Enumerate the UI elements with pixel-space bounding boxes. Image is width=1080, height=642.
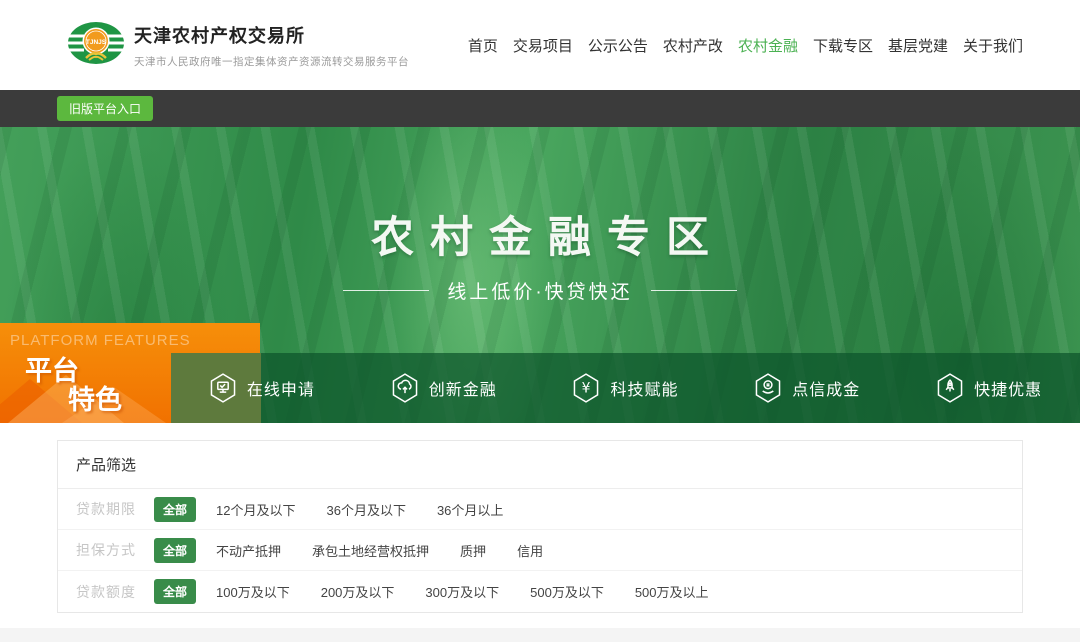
site-header: TJNJS 天津农村产权交易所 天津市人民政府唯一指定集体资产资源流转交易服务平… (0, 0, 1080, 90)
loan-amount-all-button[interactable]: 全部 (154, 579, 196, 604)
filter-row-loan-amount: 贷款额度 全部 100万及以下 200万及以下 300万及以下 500万及以下 … (58, 571, 1022, 612)
banner-title: 农村金融专区 (0, 203, 1080, 265)
loan-term-option[interactable]: 12个月及以下 (216, 500, 295, 519)
product-filter-panel: 产品筛选 贷款期限 全部 12个月及以下 36个月及以下 36个月以上 担保方式… (57, 440, 1023, 613)
banner-subtitle: 线上低价·快贷快还 (447, 277, 632, 304)
site-subtitle: 天津市人民政府唯一指定集体资产资源流转交易服务平台 (134, 54, 409, 69)
tab-online-apply[interactable]: 在线申请 (171, 353, 353, 423)
tjnjs-logo-icon: TJNJS (66, 18, 126, 72)
main-nav: 首页 交易项目 公示公告 农村产改 农村金融 下载专区 基层党建 关于我们 (468, 35, 1023, 56)
filter-row-loan-term: 贷款期限 全部 12个月及以下 36个月及以下 36个月以上 (58, 489, 1022, 530)
secondary-topbar: 旧版平台入口 (0, 90, 1080, 127)
hand-coin-hexagon-icon (754, 373, 782, 403)
loan-amount-option[interactable]: 100万及以下 (216, 582, 290, 601)
guarantee-option[interactable]: 质押 (460, 541, 486, 560)
nav-item-trade-projects[interactable]: 交易项目 (513, 35, 573, 56)
filter-label-loan-term: 贷款期限 (76, 499, 154, 519)
subtitle-right-line (651, 290, 737, 291)
subtitle-left-line (343, 290, 429, 291)
loan-amount-option[interactable]: 300万及以下 (425, 582, 499, 601)
loan-term-option[interactable]: 36个月以上 (437, 500, 503, 519)
site-logo[interactable]: TJNJS 天津农村产权交易所 天津市人民政府唯一指定集体资产资源流转交易服务平… (66, 18, 409, 72)
filter-label-guarantee-method: 担保方式 (76, 540, 154, 560)
yen-hexagon-icon: ¥ (572, 373, 600, 403)
footer-strip (0, 628, 1080, 642)
guarantee-option[interactable]: 承包土地经营权抵押 (312, 541, 429, 560)
tab-tech-empower[interactable]: ¥ 科技赋能 (535, 353, 717, 423)
nav-item-downloads[interactable]: 下载专区 (813, 35, 873, 56)
platform-features-en-label: PLATFORM FEATURES (10, 332, 191, 349)
loan-term-all-button[interactable]: 全部 (154, 497, 196, 522)
nav-item-rural-reform[interactable]: 农村产改 (663, 35, 723, 56)
monitor-check-hexagon-icon (209, 373, 237, 403)
cloud-up-hexagon-icon (391, 373, 419, 403)
loan-amount-option[interactable]: 200万及以下 (321, 582, 395, 601)
guarantee-all-button[interactable]: 全部 (154, 538, 196, 563)
filter-label-loan-amount: 贷款额度 (76, 582, 154, 602)
nav-item-about-us[interactable]: 关于我们 (963, 35, 1023, 56)
filter-row-guarantee-method: 担保方式 全部 不动产抵押 承包土地经营权抵押 质押 信用 (58, 530, 1022, 571)
tab-credit-to-gold[interactable]: 点信成金 (716, 353, 898, 423)
nav-item-rural-finance[interactable]: 农村金融 (738, 35, 798, 56)
svg-text:TJNJS: TJNJS (86, 39, 107, 46)
feature-tabbar: 在线申请 创新金融 ¥ 科技赋能 (171, 353, 1080, 423)
loan-amount-option[interactable]: 500万及以下 (530, 582, 604, 601)
old-platform-entry-button[interactable]: 旧版平台入口 (57, 96, 153, 121)
banner-subtitle-row: 线上低价·快贷快还 (0, 277, 1080, 304)
nav-item-announcements[interactable]: 公示公告 (588, 35, 648, 56)
nav-item-home[interactable]: 首页 (468, 35, 498, 56)
platform-features-cn-line2: 特色 (68, 378, 122, 417)
nav-item-party-building[interactable]: 基层党建 (888, 35, 948, 56)
tab-innovative-finance[interactable]: 创新金融 (353, 353, 535, 423)
hero-banner: 农村金融专区 线上低价·快贷快还 在线申请 (0, 127, 1080, 423)
guarantee-option[interactable]: 不动产抵押 (216, 541, 281, 560)
svg-text:¥: ¥ (582, 381, 591, 397)
rocket-hexagon-icon (936, 373, 964, 403)
site-title: 天津农村产权交易所 (134, 22, 409, 48)
guarantee-option[interactable]: 信用 (517, 541, 543, 560)
tab-quick-discount[interactable]: 快捷优惠 (898, 353, 1080, 423)
loan-term-option[interactable]: 36个月及以下 (326, 500, 405, 519)
filter-panel-title: 产品筛选 (58, 441, 1022, 489)
loan-amount-option[interactable]: 500万及以上 (635, 582, 709, 601)
